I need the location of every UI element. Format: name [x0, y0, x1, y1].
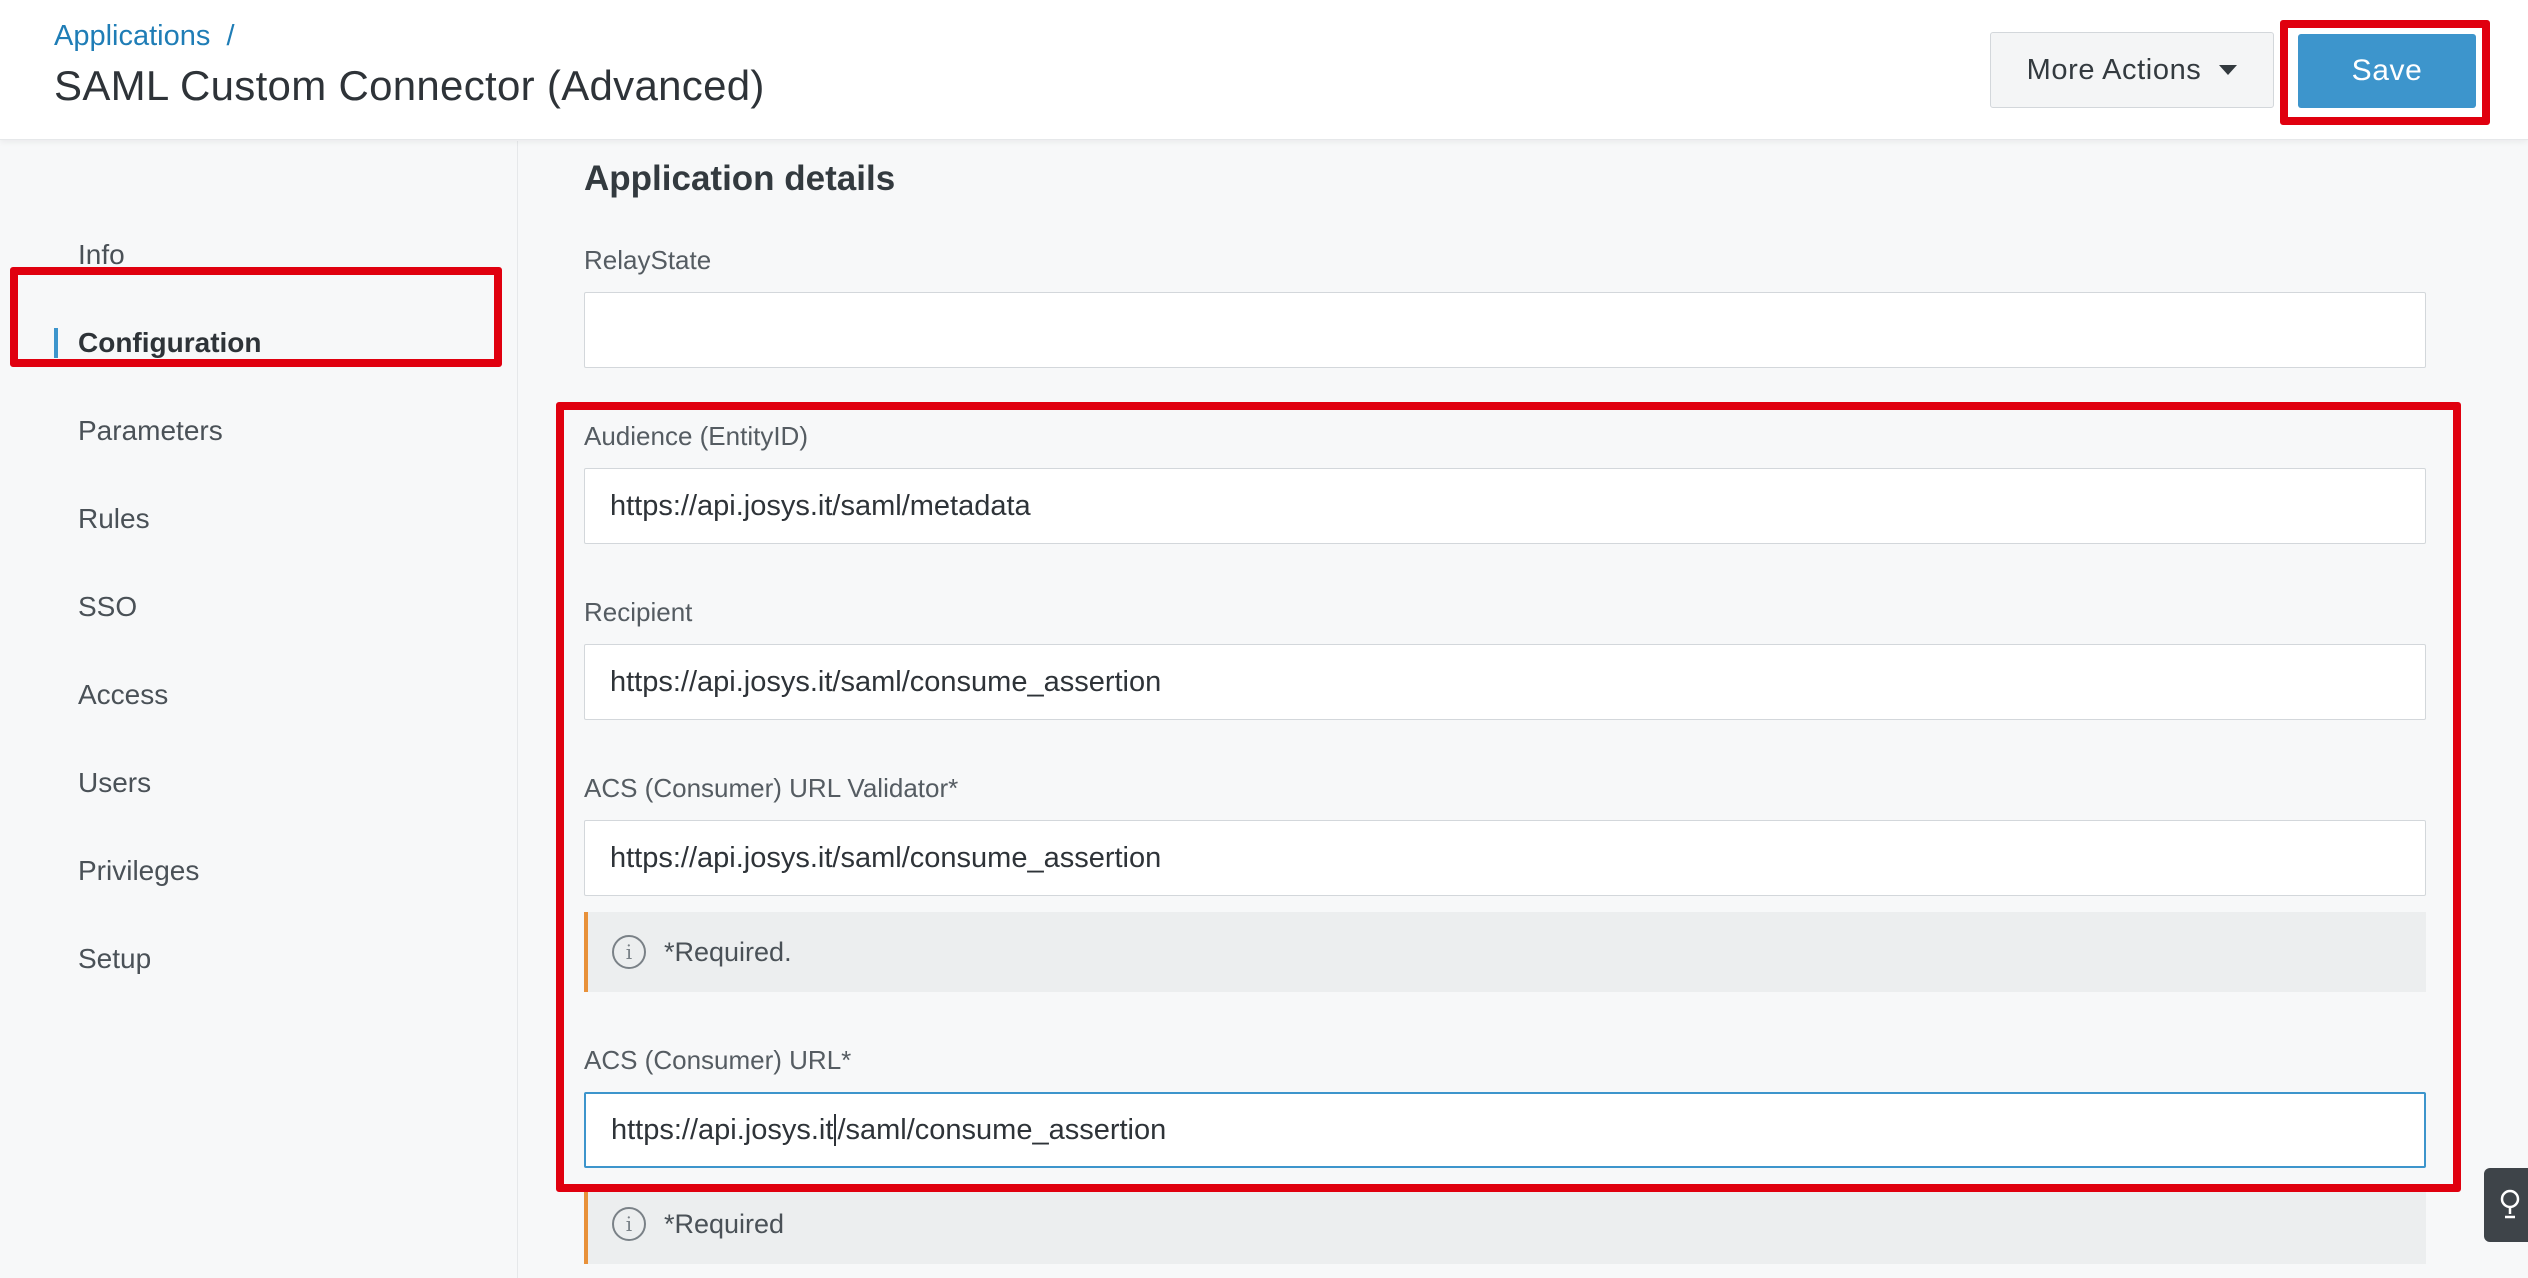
sidebar-item-access[interactable]: Access [0, 665, 500, 725]
recipient-label: Recipient [584, 597, 693, 627]
lightbulb-icon[interactable] [2484, 1168, 2528, 1242]
acs-url-label: ACS (Consumer) URL* [584, 1045, 852, 1075]
sidebar-item-label: Info [78, 239, 125, 270]
sidebar-item-sso[interactable]: SSO [0, 577, 500, 637]
sidebar-item-privileges[interactable]: Privileges [0, 841, 500, 901]
relaystate-input[interactable] [584, 292, 2426, 368]
sidebar-item-label: Privileges [78, 855, 200, 886]
more-actions-label: More Actions [2026, 53, 2202, 86]
sidebar-item-label: Parameters [78, 415, 223, 446]
section-title: Application details [584, 159, 896, 198]
breadcrumb-separator: / [226, 20, 235, 52]
acs-validator-input[interactable]: https://api.josys.it/saml/consume_assert… [584, 820, 2426, 896]
sidebar-item-users[interactable]: Users [0, 753, 500, 813]
main-content: Application details RelayState Audience … [519, 141, 2528, 1278]
acs-url-input[interactable]: https://api.josys.it/saml/consume_assert… [584, 1092, 2426, 1168]
recipient-input[interactable]: https://api.josys.it/saml/consume_assert… [584, 644, 2426, 720]
info-icon: i [612, 935, 646, 969]
breadcrumb-applications-link[interactable]: Applications [54, 20, 210, 52]
sidebar-item-parameters[interactable]: Parameters [0, 401, 500, 461]
sidebar-item-label: Setup [78, 943, 152, 974]
more-actions-button[interactable]: More Actions [1990, 32, 2274, 108]
sidebar-item-setup[interactable]: Setup [0, 929, 500, 989]
text-cursor [834, 1114, 837, 1146]
audience-input[interactable]: https://api.josys.it/saml/metadata [584, 468, 2426, 544]
acs-url-required-notice: i *Required [584, 1184, 2426, 1264]
sidebar-item-configuration[interactable]: Configuration [0, 313, 500, 373]
acs-validator-label: ACS (Consumer) URL Validator* [584, 773, 959, 803]
acs-url-text-after-cursor: /saml/consume_assertion [837, 1113, 1167, 1146]
notice-text: *Required [664, 1208, 785, 1239]
caret-down-icon [2219, 65, 2238, 75]
app-header: Applications / SAML Custom Connector (Ad… [0, 0, 2528, 140]
save-button[interactable]: Save [2298, 34, 2476, 108]
sidebar-item-label: Rules [78, 503, 150, 534]
sidebar-item-rules[interactable]: Rules [0, 489, 500, 549]
sidebar-nav: Info Configuration Parameters Rules SSO … [0, 141, 518, 1278]
audience-label: Audience (EntityID) [584, 421, 808, 451]
breadcrumb: Applications / [54, 20, 235, 53]
sidebar-item-label: SSO [78, 591, 138, 622]
sidebar-item-info[interactable]: Info [0, 225, 500, 285]
acs-validator-required-notice: i *Required. [584, 912, 2426, 992]
sidebar-item-label: Users [78, 767, 152, 798]
relaystate-label: RelayState [584, 245, 712, 275]
sidebar-item-label: Access [78, 679, 169, 710]
sidebar-item-label: Configuration [78, 327, 262, 358]
acs-url-text-before-cursor: https://api.josys.it [611, 1113, 834, 1146]
info-icon: i [612, 1207, 646, 1241]
page-title: SAML Custom Connector (Advanced) [54, 62, 765, 109]
notice-text: *Required. [664, 936, 792, 967]
